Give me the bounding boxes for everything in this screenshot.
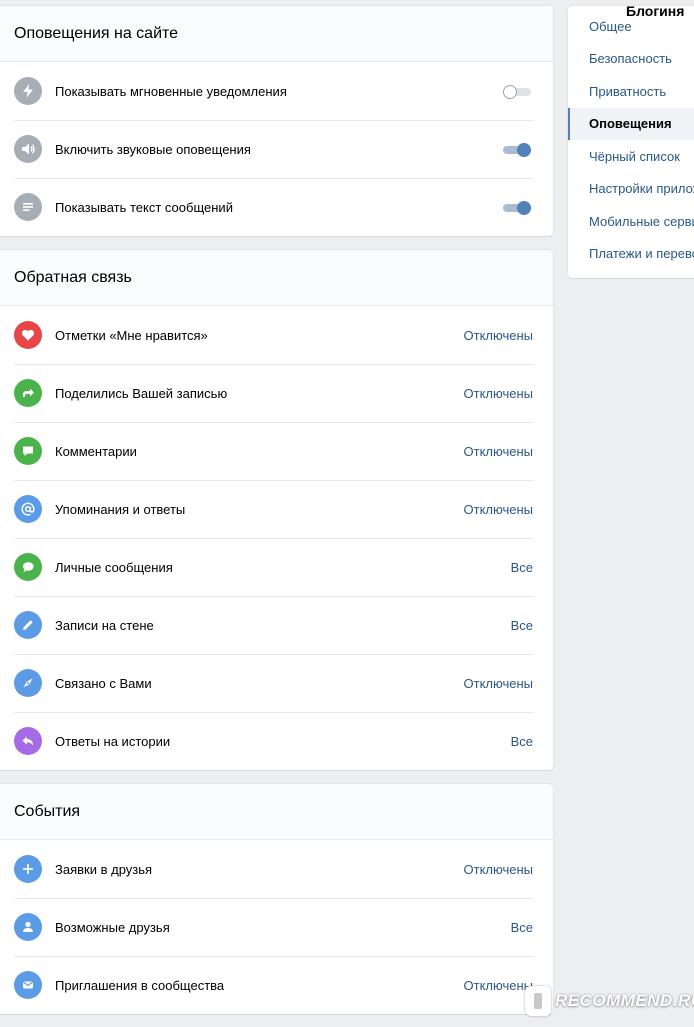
setting-row[interactable]: Ответы на истории Все	[0, 712, 553, 770]
section-title: Обратная связь	[0, 250, 553, 306]
menu-item-blacklist[interactable]: Чёрный список	[568, 140, 694, 173]
text-lines-icon	[14, 193, 42, 221]
setting-value-link[interactable]: Все	[511, 734, 533, 749]
setting-label: Включить звуковые оповещения	[55, 141, 251, 157]
person-icon	[14, 913, 42, 941]
setting-label: Ответы на истории	[55, 733, 171, 749]
reply-icon	[14, 727, 42, 755]
instant-notifications-toggle[interactable]	[503, 85, 533, 99]
setting-label: Показывать текст сообщений	[55, 199, 233, 215]
setting-label: Отметки «Мне нравится»	[55, 327, 208, 343]
setting-row[interactable]: Включить звуковые оповещения	[0, 120, 553, 178]
site-notifications-card: Оповещения на сайте Показывать мгновенны…	[0, 6, 553, 236]
events-card: События Заявки в друзья Отключены Возмож…	[0, 784, 553, 1014]
settings-main: Оповещения на сайте Показывать мгновенны…	[0, 6, 553, 1027]
menu-item-notifications[interactable]: Оповещения	[568, 107, 694, 140]
sound-notifications-toggle[interactable]	[503, 143, 533, 157]
setting-label: Приглашения в сообщества	[55, 977, 225, 993]
message-text-toggle[interactable]	[503, 201, 533, 215]
setting-label: Заявки в друзья	[55, 861, 153, 877]
setting-row[interactable]: Заявки в друзья Отключены	[0, 840, 553, 898]
comment-icon	[14, 437, 42, 465]
envelope-icon	[14, 971, 42, 999]
setting-row[interactable]: Возможные друзья Все	[0, 898, 553, 956]
lightning-icon	[14, 77, 42, 105]
speaker-icon	[14, 135, 42, 163]
share-icon	[14, 379, 42, 407]
setting-label: Комментарии	[55, 443, 137, 459]
at-icon	[14, 495, 42, 523]
setting-value-link[interactable]: Отключены	[464, 328, 533, 343]
section-title: Оповещения на сайте	[0, 6, 553, 62]
setting-label: Показывать мгновенные уведомления	[55, 83, 287, 99]
menu-item-security[interactable]: Безопасность	[568, 43, 694, 76]
setting-value-link[interactable]: Отключены	[464, 862, 533, 877]
pencil-icon	[14, 611, 42, 639]
watermark: RECOMMEND.RU	[525, 986, 694, 1016]
setting-value-link[interactable]: Отключены	[464, 444, 533, 459]
setting-value-link[interactable]: Отключены	[464, 978, 533, 993]
setting-label: Связано с Вами	[55, 675, 152, 691]
compass-icon	[14, 669, 42, 697]
setting-label: Поделились Вашей записью	[55, 385, 228, 401]
setting-row[interactable]: Упоминания и ответы Отключены	[0, 480, 553, 538]
setting-label: Упоминания и ответы	[55, 501, 186, 517]
feedback-card: Обратная связь Отметки «Мне нравится» От…	[0, 250, 553, 770]
setting-label: Личные сообщения	[55, 559, 173, 575]
settings-menu: Общее Безопасность Приватность Оповещени…	[568, 6, 694, 278]
setting-row[interactable]: Комментарии Отключены	[0, 422, 553, 480]
setting-value-link[interactable]: Все	[511, 560, 533, 575]
setting-row[interactable]: Показывать текст сообщений	[0, 178, 553, 236]
setting-row[interactable]: Отметки «Мне нравится» Отключены	[0, 306, 553, 364]
setting-value-link[interactable]: Отключены	[464, 676, 533, 691]
setting-row[interactable]: Записи на стене Все	[0, 596, 553, 654]
setting-row[interactable]: Личные сообщения Все	[0, 538, 553, 596]
menu-item-app-settings[interactable]: Настройки приложений	[568, 173, 694, 206]
watermark-logo-icon	[525, 986, 551, 1016]
section-title: События	[0, 784, 553, 840]
setting-row[interactable]: Приглашения в сообщества Отключены	[0, 956, 553, 1014]
setting-label: Записи на стене	[55, 617, 154, 633]
message-icon	[14, 553, 42, 581]
menu-item-payments[interactable]: Платежи и переводы	[568, 238, 694, 271]
watermark-text: RECOMMEND.RU	[555, 991, 694, 1010]
setting-label: Возможные друзья	[55, 919, 170, 935]
plus-icon	[14, 855, 42, 883]
setting-value-link[interactable]: Все	[511, 920, 533, 935]
setting-value-link[interactable]: Отключены	[464, 386, 533, 401]
setting-row[interactable]: Показывать мгновенные уведомления	[0, 62, 553, 120]
menu-item-privacy[interactable]: Приватность	[568, 75, 694, 108]
menu-item-mobile-services[interactable]: Мобильные сервисы	[568, 205, 694, 238]
heart-icon	[14, 321, 42, 349]
setting-value-link[interactable]: Отключены	[464, 502, 533, 517]
setting-row[interactable]: Поделились Вашей записью Отключены	[0, 364, 553, 422]
setting-row[interactable]: Связано с Вами Отключены	[0, 654, 553, 712]
setting-value-link[interactable]: Все	[511, 618, 533, 633]
overlay-label: Блогиня	[626, 3, 685, 19]
